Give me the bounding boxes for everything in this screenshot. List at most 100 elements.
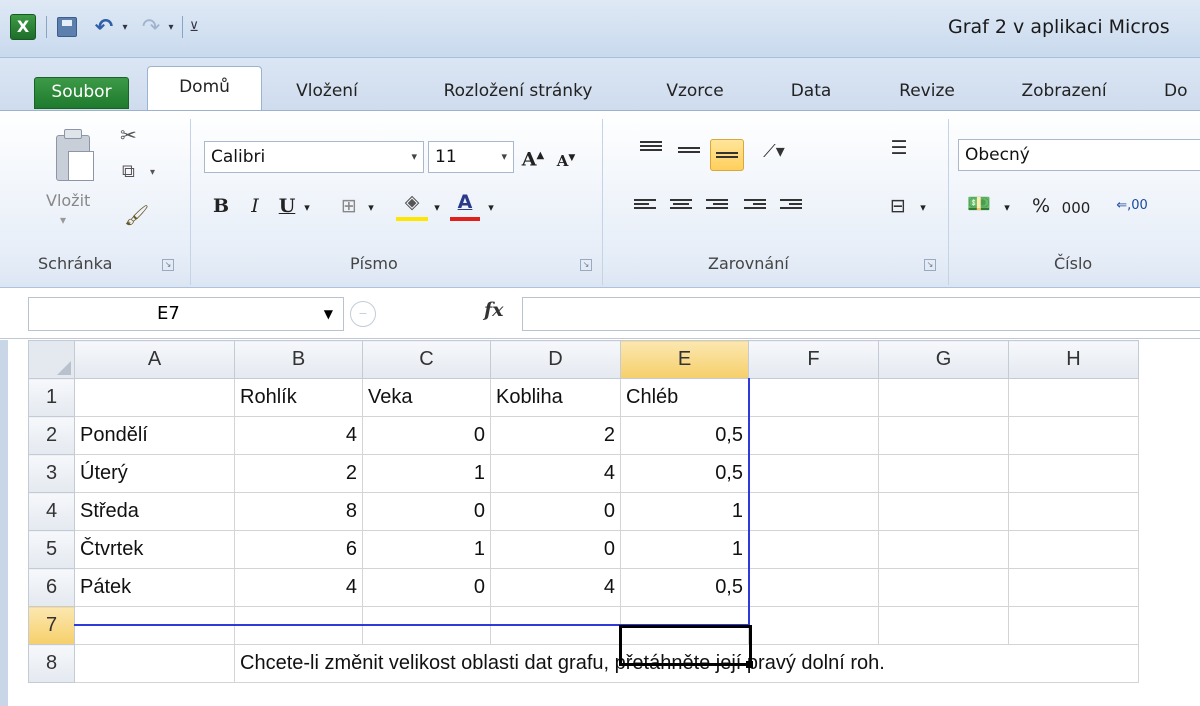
redo-button[interactable]: ↷ xyxy=(138,14,164,40)
row-header[interactable]: 7 xyxy=(28,606,75,645)
cell-c3[interactable]: 1 xyxy=(362,454,491,493)
grow-font-button[interactable]: A▲ xyxy=(520,141,546,174)
paste-button[interactable] xyxy=(52,129,100,185)
cell-f4[interactable] xyxy=(748,492,879,531)
tab-insert[interactable]: Vložení xyxy=(282,76,372,110)
font-name-combo[interactable]: Calibri ▾ xyxy=(204,141,424,173)
tab-home[interactable]: Domů xyxy=(147,66,262,110)
column-header-a[interactable]: A xyxy=(74,340,235,379)
cell-e1[interactable]: Chléb xyxy=(620,378,749,417)
cell-b5[interactable]: 6 xyxy=(234,530,363,569)
cell-e3[interactable]: 0,5 xyxy=(620,454,749,493)
cell-a4[interactable]: Středa xyxy=(74,492,235,531)
customize-qat-button[interactable]: ⊻ xyxy=(186,14,202,40)
column-header-g[interactable]: G xyxy=(878,340,1009,379)
undo-dropdown-button[interactable]: ▾ xyxy=(118,14,132,40)
cell-e2[interactable]: 0,5 xyxy=(620,416,749,455)
cell-g1[interactable] xyxy=(878,378,1009,417)
cell-e4[interactable]: 1 xyxy=(620,492,749,531)
copy-dropdown-icon[interactable]: ▾ xyxy=(150,167,155,178)
tab-review[interactable]: Revize xyxy=(884,76,970,110)
alignment-launcher-icon[interactable]: ↘ xyxy=(924,259,936,271)
redo-dropdown-button[interactable]: ▾ xyxy=(164,14,178,40)
cell-e6[interactable]: 0,5 xyxy=(620,568,749,607)
cell-h7[interactable] xyxy=(1008,606,1139,645)
cell-d4[interactable]: 0 xyxy=(490,492,621,531)
underline-button[interactable]: U xyxy=(276,191,298,221)
cell-c2[interactable]: 0 xyxy=(362,416,491,455)
currency-dropdown-icon[interactable]: ▾ xyxy=(1000,193,1014,223)
font-color-dropdown-icon[interactable]: ▾ xyxy=(484,193,498,223)
cell-b3[interactable]: 2 xyxy=(234,454,363,493)
cell-f3[interactable] xyxy=(748,454,879,493)
cell-h6[interactable] xyxy=(1008,568,1139,607)
cell-c5[interactable]: 1 xyxy=(362,530,491,569)
name-box[interactable]: E7 ▼ xyxy=(28,297,344,331)
formula-input[interactable] xyxy=(522,297,1200,331)
wrap-text-icon[interactable]: ☰ xyxy=(886,133,912,163)
borders-icon[interactable]: ⊞ xyxy=(336,191,362,221)
cell-h3[interactable] xyxy=(1008,454,1139,493)
cell-h2[interactable] xyxy=(1008,416,1139,455)
cell-b4[interactable]: 8 xyxy=(234,492,363,531)
cell-d6[interactable]: 4 xyxy=(490,568,621,607)
cell-b6[interactable]: 4 xyxy=(234,568,363,607)
cell-h4[interactable] xyxy=(1008,492,1139,531)
cell-d3[interactable]: 4 xyxy=(490,454,621,493)
percent-button[interactable]: % xyxy=(1030,191,1052,221)
tab-view[interactable]: Zobrazení xyxy=(1000,76,1128,110)
cut-icon[interactable]: ✂ xyxy=(120,123,137,147)
row-header[interactable]: 8 xyxy=(28,644,75,683)
column-header-h[interactable]: H xyxy=(1008,340,1139,379)
cell-f7[interactable] xyxy=(748,606,879,645)
cell-f5[interactable] xyxy=(748,530,879,569)
decrease-indent-icon[interactable] xyxy=(744,197,766,215)
bold-button[interactable]: B xyxy=(210,191,232,221)
excel-app-icon[interactable]: X xyxy=(10,14,36,40)
cell-g3[interactable] xyxy=(878,454,1009,493)
underline-dropdown-icon[interactable]: ▾ xyxy=(300,193,314,223)
insert-function-button[interactable]: fx xyxy=(484,299,504,321)
paste-label[interactable]: Vložit xyxy=(46,191,90,210)
row-header[interactable]: 1 xyxy=(28,378,75,417)
row-header[interactable]: 2 xyxy=(28,416,75,455)
cell-g6[interactable] xyxy=(878,568,1009,607)
row-header[interactable]: 5 xyxy=(28,530,75,569)
fill-color-icon[interactable]: ◈ xyxy=(396,187,428,221)
font-launcher-icon[interactable]: ↘ xyxy=(580,259,592,271)
thousands-button[interactable]: 000 xyxy=(1058,193,1094,223)
cell-a5[interactable]: Čtvrtek xyxy=(74,530,235,569)
column-header-c[interactable]: C xyxy=(362,340,491,379)
currency-icon[interactable]: 💵 xyxy=(964,189,994,219)
row-header[interactable]: 4 xyxy=(28,492,75,531)
cell-a1[interactable] xyxy=(74,378,235,417)
copy-icon[interactable]: ⧉ xyxy=(122,161,135,182)
increase-indent-icon[interactable] xyxy=(780,197,802,215)
cell-f6[interactable] xyxy=(748,568,879,607)
row-header[interactable]: 6 xyxy=(28,568,75,607)
column-header-d[interactable]: D xyxy=(490,340,621,379)
cell-f2[interactable] xyxy=(748,416,879,455)
cell-c6[interactable]: 0 xyxy=(362,568,491,607)
cell-g7[interactable] xyxy=(878,606,1009,645)
align-right-icon[interactable] xyxy=(706,197,728,215)
cell-c1[interactable]: Veka xyxy=(362,378,491,417)
number-format-combo[interactable]: Obecný xyxy=(958,139,1200,171)
fill-handle[interactable] xyxy=(746,661,753,668)
tab-data[interactable]: Data xyxy=(776,76,846,110)
tab-page-layout[interactable]: Rozložení stránky xyxy=(418,76,618,110)
undo-button[interactable]: ↶ xyxy=(90,14,118,40)
borders-dropdown-icon[interactable]: ▾ xyxy=(364,193,378,223)
cell-a2[interactable]: Pondělí xyxy=(74,416,235,455)
align-middle-icon[interactable] xyxy=(678,145,700,163)
merge-center-icon[interactable]: ⊟ xyxy=(882,191,914,221)
format-painter-icon[interactable]: 🖌 xyxy=(124,203,149,227)
save-button[interactable] xyxy=(54,14,80,40)
cell-h1[interactable] xyxy=(1008,378,1139,417)
shrink-font-button[interactable]: A▼ xyxy=(554,143,578,176)
active-cell-e7[interactable] xyxy=(619,625,752,666)
font-size-combo[interactable]: 11 ▾ xyxy=(428,141,514,173)
column-header-b[interactable]: B xyxy=(234,340,363,379)
column-header-e[interactable]: E xyxy=(620,340,749,379)
tab-developer[interactable]: Do xyxy=(1164,76,1200,110)
